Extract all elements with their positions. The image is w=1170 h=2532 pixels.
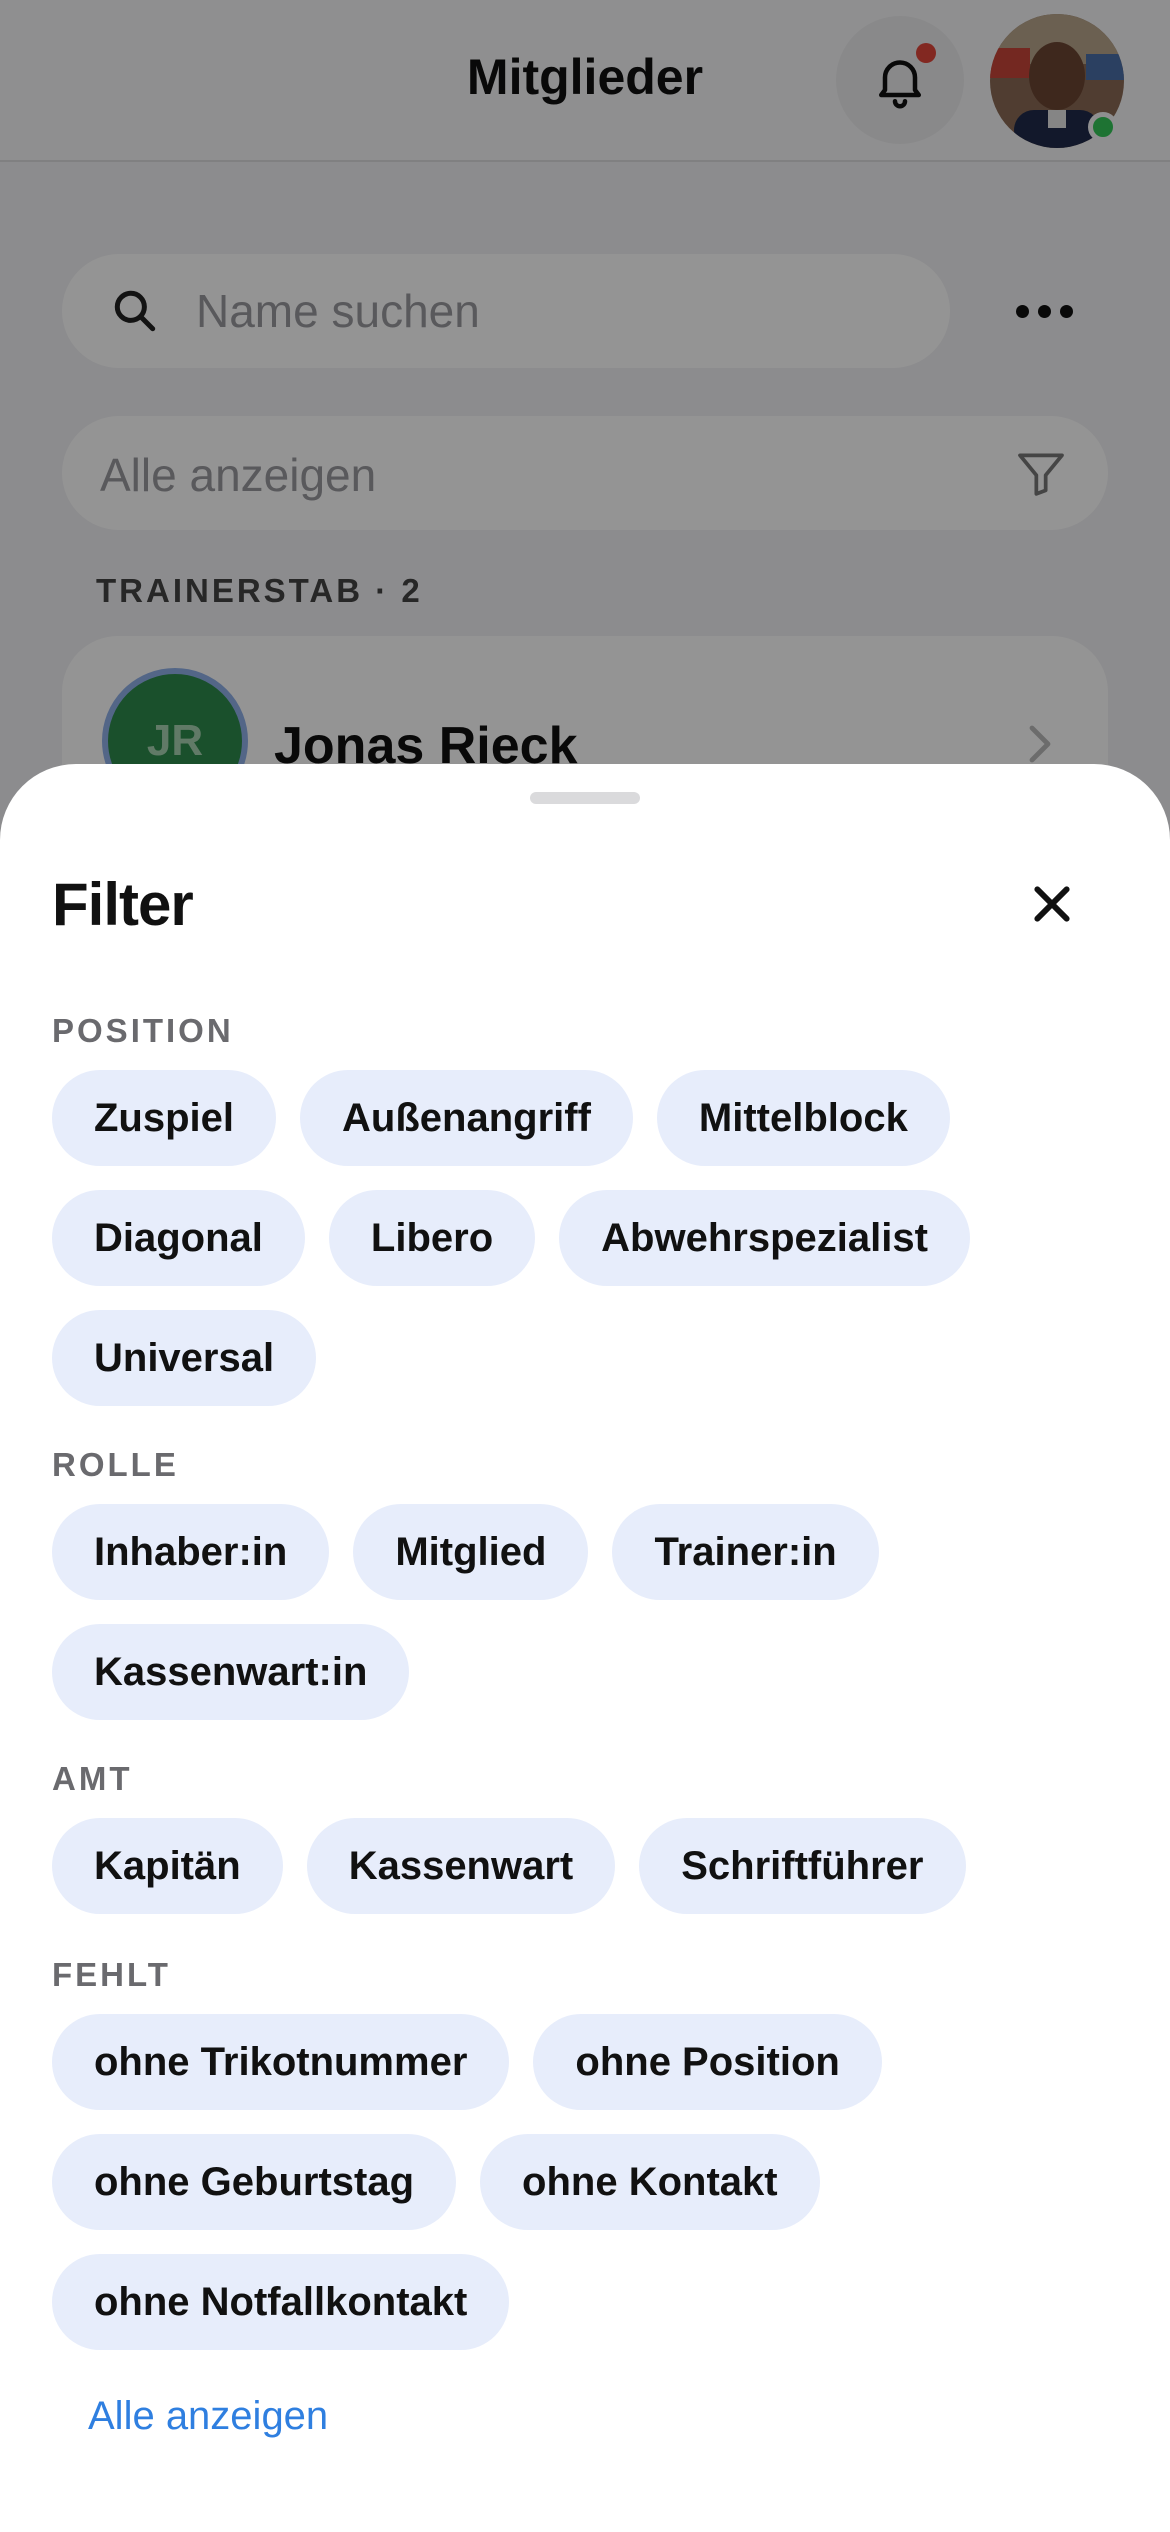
show-all-link[interactable]: Alle anzeigen [88, 2394, 328, 2439]
chip-ohne-geburtstag[interactable]: ohne Geburtstag [52, 2134, 457, 2230]
chip-trainer[interactable]: Trainer:in [612, 1504, 879, 1600]
chip-group-position: Zuspiel Außenangriff Mittelblock Diagona… [52, 1070, 1132, 1406]
chip-group-rolle: Inhaber:in Mitglied Trainer:in Kassenwar… [52, 1504, 1132, 1720]
chip-schriftfuehrer[interactable]: Schriftführer [639, 1818, 966, 1914]
chip-abwehrspezialist[interactable]: Abwehrspezialist [559, 1190, 970, 1286]
chip-zuspiel[interactable]: Zuspiel [52, 1070, 277, 1166]
group-label-fehlt: FEHLT [52, 1956, 171, 1993]
close-icon [1034, 886, 1070, 922]
chip-diagonal[interactable]: Diagonal [52, 1190, 305, 1286]
sheet-grabber[interactable] [530, 792, 640, 804]
chip-kassenwart-in[interactable]: Kassenwart:in [52, 1624, 410, 1720]
chip-ohne-notfallkontakt[interactable]: ohne Notfallkontakt [52, 2254, 510, 2350]
close-button[interactable] [1020, 872, 1084, 936]
chip-group-fehlt: ohne Trikotnummer ohne Position ohne Geb… [52, 2014, 1132, 2350]
chip-libero[interactable]: Libero [328, 1190, 536, 1286]
group-label-rolle: ROLLE [52, 1446, 179, 1483]
chip-universal[interactable]: Universal [52, 1310, 317, 1406]
chip-mitglied[interactable]: Mitglied [353, 1504, 589, 1600]
filter-sheet: Filter POSITION Zuspiel Außenangriff Mit… [0, 764, 1170, 2532]
chip-kapitaen[interactable]: Kapitän [52, 1818, 283, 1914]
chip-ohne-trikotnummer[interactable]: ohne Trikotnummer [52, 2014, 510, 2110]
chip-inhaber[interactable]: Inhaber:in [52, 1504, 330, 1600]
chip-ohne-kontakt[interactable]: ohne Kontakt [480, 2134, 820, 2230]
chip-kassenwart[interactable]: Kassenwart [306, 1818, 616, 1914]
chip-mittelblock[interactable]: Mittelblock [656, 1070, 950, 1166]
group-label-amt: AMT [52, 1760, 133, 1797]
chip-ohne-position[interactable]: ohne Position [533, 2014, 882, 2110]
sheet-title: Filter [52, 871, 194, 938]
chip-group-amt: Kapitän Kassenwart Schriftführer [52, 1818, 1132, 1914]
chip-aussenangriff[interactable]: Außenangriff [300, 1070, 633, 1166]
group-label-position: POSITION [52, 1012, 234, 1049]
